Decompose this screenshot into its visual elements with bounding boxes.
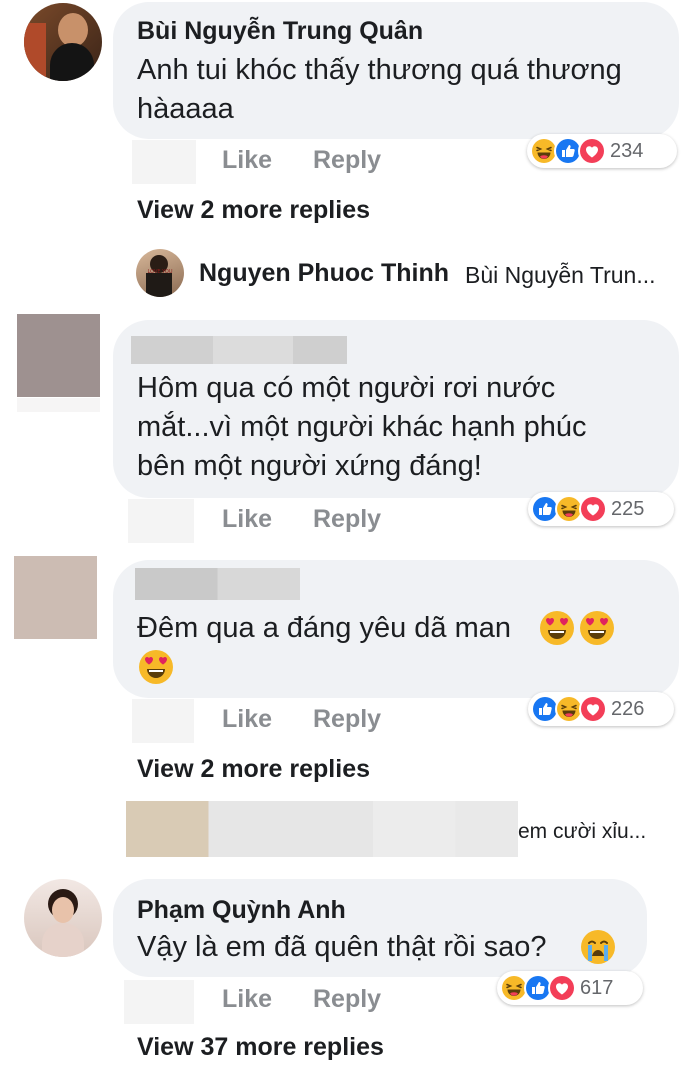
comment-author[interactable]: Phạm Quỳnh Anh: [137, 896, 346, 925]
comment-text-line: bên một người xứng đáng!: [137, 450, 482, 482]
view-more-replies-link[interactable]: View 2 more replies: [137, 196, 370, 225]
heart-eyes-emoji: [138, 649, 174, 685]
reaction-summary[interactable]: 234: [527, 134, 677, 168]
crying-emoji: [580, 929, 616, 965]
blurred-area: [128, 499, 194, 543]
blurred-area: [124, 980, 194, 1024]
like-button[interactable]: Like: [222, 146, 272, 175]
comment-text-line: Hôm qua có một người rơi nước: [137, 372, 556, 404]
love-reaction-icon: [548, 974, 576, 1002]
reply-preview[interactable]: em cười xỉu...: [518, 820, 646, 844]
comment-text-line: hàaaaa: [137, 93, 234, 125]
blurred-area: [132, 140, 196, 184]
reply-button[interactable]: Reply: [313, 146, 381, 175]
reply-button[interactable]: Reply: [313, 985, 381, 1014]
reply-button[interactable]: Reply: [313, 705, 381, 734]
view-more-replies-link[interactable]: View 37 more replies: [137, 1033, 384, 1062]
reaction-count: 226: [611, 697, 645, 720]
heart-eyes-emoji: [539, 610, 575, 646]
blurred-reply-author: [126, 801, 518, 857]
comment-text-line: Vậy là em đã quên thật rồi sao?: [137, 931, 547, 963]
like-button[interactable]: Like: [222, 705, 272, 734]
like-button[interactable]: Like: [222, 985, 272, 1014]
blurred-area: [132, 699, 194, 743]
blurred-author: [135, 568, 300, 600]
blurred-avatar[interactable]: [17, 314, 100, 397]
love-reaction-icon: [578, 137, 606, 165]
love-reaction-icon: [579, 495, 607, 523]
view-more-replies-link[interactable]: View 2 more replies: [137, 755, 370, 784]
blurred-area: [17, 398, 100, 412]
reply-button[interactable]: Reply: [313, 505, 381, 534]
avatar[interactable]: [24, 3, 102, 81]
comment-text-line: Anh tui khóc thấy thương quá thương: [137, 54, 622, 86]
comment-text-line: Đêm qua a đáng yêu dã man: [137, 612, 512, 644]
heart-eyes-emoji: [579, 610, 615, 646]
avatar[interactable]: LOVE YOU: [136, 249, 184, 297]
reaction-count: 225: [611, 497, 645, 520]
avatar[interactable]: [24, 879, 102, 957]
avatar-text: LOVE YOU: [147, 269, 173, 275]
blurred-author: [131, 336, 347, 364]
reaction-summary[interactable]: 226: [528, 692, 674, 726]
reply-author[interactable]: Nguyen Phuoc Thinh: [199, 259, 449, 288]
reply-preview[interactable]: Bùi Nguyễn Trun...: [465, 262, 656, 289]
reaction-summary[interactable]: 617: [497, 971, 643, 1005]
reaction-count: 617: [580, 976, 614, 999]
like-button[interactable]: Like: [222, 505, 272, 534]
love-reaction-icon: [579, 695, 607, 723]
comment-author[interactable]: Bùi Nguyễn Trung Quân: [137, 17, 423, 46]
reaction-count: 234: [610, 139, 644, 162]
blurred-avatar[interactable]: [14, 556, 97, 639]
comment-text-line: mắt...vì một người khác hạnh phúc: [137, 411, 587, 443]
reaction-summary[interactable]: 225: [528, 492, 674, 526]
